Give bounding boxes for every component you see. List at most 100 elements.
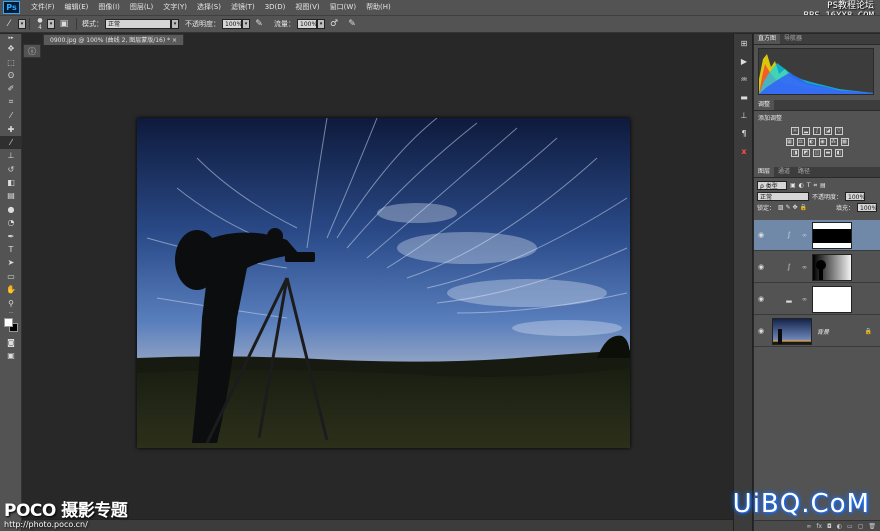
airbrush-icon[interactable]: ♂ bbox=[328, 18, 340, 30]
layer-kind-filter[interactable]: ρ 类型 bbox=[757, 181, 787, 190]
new-adjustment-icon[interactable]: ◐ bbox=[837, 523, 842, 530]
new-layer-icon[interactable]: ▢ bbox=[858, 523, 864, 530]
type-tool-icon[interactable]: T bbox=[0, 243, 22, 256]
mode-dropdown[interactable]: ▾ bbox=[171, 19, 179, 29]
screen-mode-icon[interactable]: ▣ bbox=[0, 349, 22, 362]
pressure-size-icon[interactable]: ✎ bbox=[346, 18, 358, 30]
layer-opacity-input[interactable]: 100% bbox=[845, 192, 865, 201]
document-tab[interactable]: 0900.jpg @ 100% (曲线 2, 图层蒙版/16) * × bbox=[43, 34, 185, 45]
menu-type[interactable]: 文字(Y) bbox=[158, 0, 192, 15]
brightness-contrast-icon[interactable]: ☼ bbox=[791, 127, 799, 135]
layer-name[interactable]: 背景 bbox=[817, 327, 829, 336]
add-mask-icon[interactable]: ◘ bbox=[827, 523, 832, 530]
link-chain-icon[interactable]: ∞ bbox=[802, 296, 810, 303]
character-panel-icon[interactable]: ¶ bbox=[734, 124, 754, 142]
menu-filter[interactable]: 滤镜(T) bbox=[226, 0, 260, 15]
delete-layer-icon[interactable]: 🗑 bbox=[868, 523, 876, 530]
lasso-tool-icon[interactable]: ʘ bbox=[0, 69, 22, 82]
gradient-tool-icon[interactable]: ▤ bbox=[0, 189, 22, 202]
history-panel-icon[interactable]: ⊞ bbox=[734, 34, 754, 52]
channel-mixer-icon[interactable]: ⁂ bbox=[829, 138, 838, 146]
layer-mask-thumb[interactable] bbox=[812, 221, 852, 249]
exposure-icon[interactable]: ◪ bbox=[824, 127, 832, 135]
menu-file[interactable]: 文件(F) bbox=[26, 0, 60, 15]
pressure-opacity-icon[interactable]: ✎ bbox=[253, 18, 265, 30]
tab-histogram[interactable]: 直方图 bbox=[754, 34, 781, 44]
visibility-eye-icon[interactable]: ◉ bbox=[754, 295, 768, 303]
menu-window[interactable]: 窗口(W) bbox=[325, 0, 361, 15]
tab-channels[interactable]: 通道 bbox=[774, 167, 794, 177]
menu-edit[interactable]: 编辑(E) bbox=[60, 0, 94, 15]
tab-navigator[interactable]: 导航器 bbox=[780, 34, 806, 44]
hand-tool-icon[interactable]: ✋ bbox=[0, 283, 22, 296]
link-layers-icon[interactable]: ∞ bbox=[806, 523, 811, 530]
vibrance-icon[interactable]: ▽ bbox=[835, 127, 843, 135]
visibility-eye-icon[interactable]: ◉ bbox=[754, 327, 768, 335]
curves-icon[interactable]: ∫ bbox=[813, 127, 821, 135]
brush-presets-icon[interactable]: ♒ bbox=[734, 70, 754, 88]
brush-preset-picker[interactable]: ● 4 bbox=[33, 17, 47, 31]
background-thumb[interactable] bbox=[772, 317, 812, 345]
photo-canvas[interactable] bbox=[137, 118, 630, 448]
info-panel-icon[interactable]: ⓘ bbox=[23, 44, 41, 58]
visibility-eye-icon[interactable]: ◉ bbox=[754, 263, 768, 271]
color-balance-icon[interactable]: ⚖ bbox=[796, 138, 805, 146]
shape-tool-icon[interactable]: ▭ bbox=[0, 270, 22, 283]
crop-tool-icon[interactable]: ⌗ bbox=[0, 96, 22, 109]
invert-icon[interactable]: ◨ bbox=[791, 149, 799, 157]
opacity-dropdown[interactable]: ▾ bbox=[242, 19, 250, 29]
black-white-icon[interactable]: ◐ bbox=[807, 138, 816, 146]
clone-stamp-tool-icon[interactable]: ⊥ bbox=[0, 149, 22, 162]
quick-select-tool-icon[interactable]: ✐ bbox=[0, 82, 22, 95]
layer-mask-thumb[interactable] bbox=[812, 285, 852, 313]
menu-image[interactable]: 图像(I) bbox=[93, 0, 125, 15]
gradient-map-icon[interactable]: ▬ bbox=[824, 149, 832, 157]
filter-icons[interactable]: ▣◐T⌗▤ bbox=[790, 182, 829, 190]
brush-tool-icon[interactable]: ⁄ bbox=[0, 135, 22, 150]
menu-help[interactable]: 帮助(H) bbox=[361, 0, 396, 15]
levels-icon[interactable]: ▂ bbox=[802, 127, 810, 135]
posterize-icon[interactable]: ◩ bbox=[802, 149, 810, 157]
layer-curves-1[interactable]: ◉ ∫ ∞ bbox=[754, 252, 880, 283]
link-chain-icon[interactable]: ∞ bbox=[802, 264, 810, 271]
path-select-tool-icon[interactable]: ➤ bbox=[0, 256, 22, 269]
menu-select[interactable]: 选择(S) bbox=[192, 0, 226, 15]
brush-panel-icon[interactable]: ▬ bbox=[734, 88, 754, 106]
menu-view[interactable]: 视图(V) bbox=[290, 0, 324, 15]
selective-color-icon[interactable]: ◧ bbox=[835, 149, 843, 157]
menu-3d[interactable]: 3D(D) bbox=[260, 0, 291, 15]
dodge-tool-icon[interactable]: ◔ bbox=[0, 216, 22, 229]
link-chain-icon[interactable]: ∞ bbox=[802, 232, 810, 239]
actions-panel-icon[interactable]: ▶ bbox=[734, 52, 754, 70]
flow-dropdown[interactable]: ▾ bbox=[317, 19, 325, 29]
healing-brush-tool-icon[interactable]: ✚ bbox=[0, 122, 22, 135]
blend-mode-select[interactable]: 正常 bbox=[757, 192, 809, 201]
brush-panel-icon[interactable]: ▣ bbox=[58, 18, 70, 30]
mode-select[interactable]: 正常 bbox=[105, 19, 171, 29]
hue-saturation-icon[interactable]: ▦ bbox=[785, 138, 794, 146]
color-lookup-icon[interactable]: ▩ bbox=[840, 138, 849, 146]
visibility-eye-icon[interactable]: ◉ bbox=[754, 231, 768, 239]
brush-tool-icon[interactable]: ⁄ bbox=[3, 18, 15, 30]
layer-levels[interactable]: ◉ ▂ ∞ bbox=[754, 284, 880, 315]
quick-mask-icon[interactable]: ◙ bbox=[0, 336, 22, 349]
flow-input[interactable]: 100% bbox=[297, 19, 317, 29]
lock-icons[interactable]: ▨ ✎ ✥ 🔒 bbox=[778, 204, 807, 211]
tab-paths[interactable]: 路径 bbox=[794, 167, 814, 177]
move-tool-icon[interactable]: ✥ bbox=[0, 42, 22, 55]
eraser-tool-icon[interactable]: ◧ bbox=[0, 176, 22, 189]
foreground-color-swatch[interactable] bbox=[4, 317, 13, 327]
tab-adjustments[interactable]: 调整 bbox=[754, 100, 775, 110]
menu-layer[interactable]: 图层(L) bbox=[125, 0, 158, 15]
fill-input[interactable]: 100% bbox=[857, 203, 877, 212]
photo-filter-icon[interactable]: ◉ bbox=[818, 138, 827, 146]
marquee-tool-icon[interactable]: ⬚ bbox=[0, 55, 22, 68]
zoom-tool-icon[interactable]: ⚲ bbox=[0, 296, 22, 309]
toolbar-grip[interactable]: ▸▸ bbox=[0, 34, 22, 42]
clone-source-icon[interactable]: ⊥ bbox=[734, 106, 754, 124]
blur-tool-icon[interactable]: ● bbox=[0, 203, 22, 216]
fx-icon[interactable]: fx bbox=[816, 523, 822, 530]
eyedropper-tool-icon[interactable]: ⁄ bbox=[0, 109, 22, 122]
tab-layers[interactable]: 图层 bbox=[754, 167, 775, 177]
close-panel-icon[interactable]: x bbox=[734, 142, 754, 160]
